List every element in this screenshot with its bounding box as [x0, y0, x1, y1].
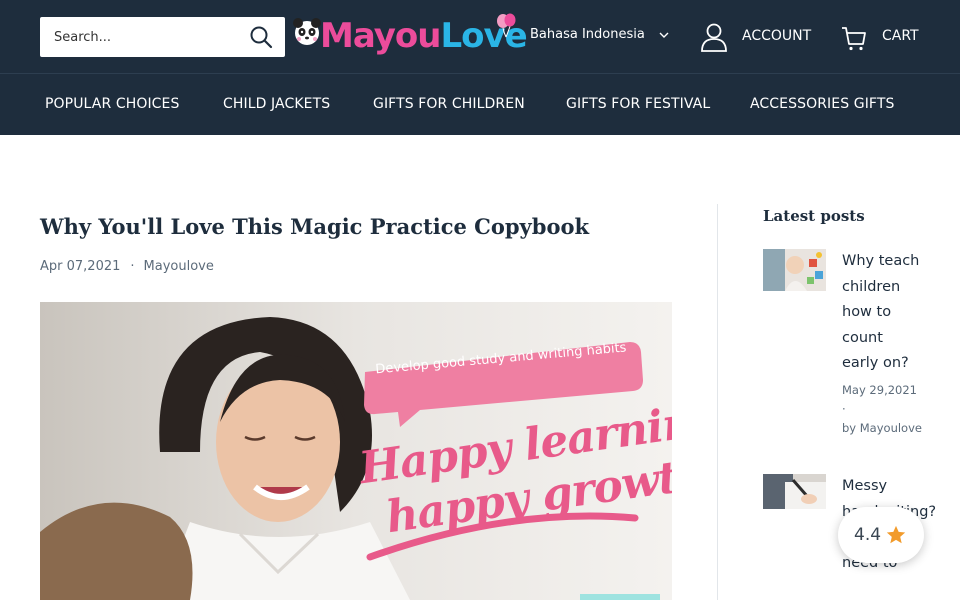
post-thumbnail[interactable] — [763, 249, 826, 291]
rating-badge[interactable]: 4.4 — [838, 507, 924, 563]
top-header: MayouLove Bahasa Indonesia ACCOUNT CART — [0, 0, 960, 73]
nav-item-child-jackets[interactable]: CHILD JACKETS — [223, 96, 330, 112]
content-divider — [717, 204, 718, 600]
latest-posts-heading: Latest posts — [763, 207, 865, 225]
language-selector[interactable]: Bahasa Indonesia — [530, 27, 669, 47]
language-label: Bahasa Indonesia — [530, 27, 645, 42]
nav-item-gifts-for-festival[interactable]: GIFTS FOR FESTIVAL — [566, 96, 710, 112]
search-input[interactable] — [40, 17, 240, 57]
post-thumbnail[interactable] — [763, 474, 826, 509]
article-date: Apr 07,2021 — [40, 259, 121, 274]
nav-item-gifts-for-children[interactable]: GIFTS FOR CHILDREN — [373, 96, 525, 112]
post-date: May 29,2021 — [842, 383, 917, 397]
nav-item-accessories-gifts[interactable]: ACCESSORIES GIFTS — [750, 96, 894, 112]
nav-item-popular-choices[interactable]: POPULAR CHOICES — [45, 96, 180, 112]
panda-mascot-icon — [292, 16, 322, 50]
site-logo[interactable]: MayouLove — [292, 12, 528, 62]
article-title: Why You'll Love This Magic Practice Copy… — [40, 214, 590, 239]
post-byline: by Mayoulove — [842, 421, 922, 435]
cart-icon — [840, 24, 868, 52]
rating-value: 4.4 — [854, 525, 882, 545]
meta-separator: · — [130, 259, 135, 274]
search-icon[interactable] — [249, 25, 273, 49]
balloon-icon — [495, 12, 517, 38]
account-label: ACCOUNT — [742, 28, 812, 44]
article-hero-image: Develop good study and writing habits Ha… — [40, 302, 672, 600]
search-box — [40, 17, 285, 57]
user-icon — [700, 22, 728, 52]
article-meta: Apr 07,2021 · Mayoulove — [40, 259, 214, 274]
main-nav: POPULAR CHOICES CHILD JACKETS GIFTS FOR … — [0, 73, 960, 135]
post-title[interactable]: Why teach children how to count early on… — [842, 249, 922, 377]
post-meta-separator: · — [842, 402, 846, 416]
star-icon — [885, 524, 907, 546]
chevron-down-icon — [658, 29, 670, 41]
article-author[interactable]: Mayoulove — [144, 259, 214, 274]
cart-label: CART — [882, 28, 919, 44]
